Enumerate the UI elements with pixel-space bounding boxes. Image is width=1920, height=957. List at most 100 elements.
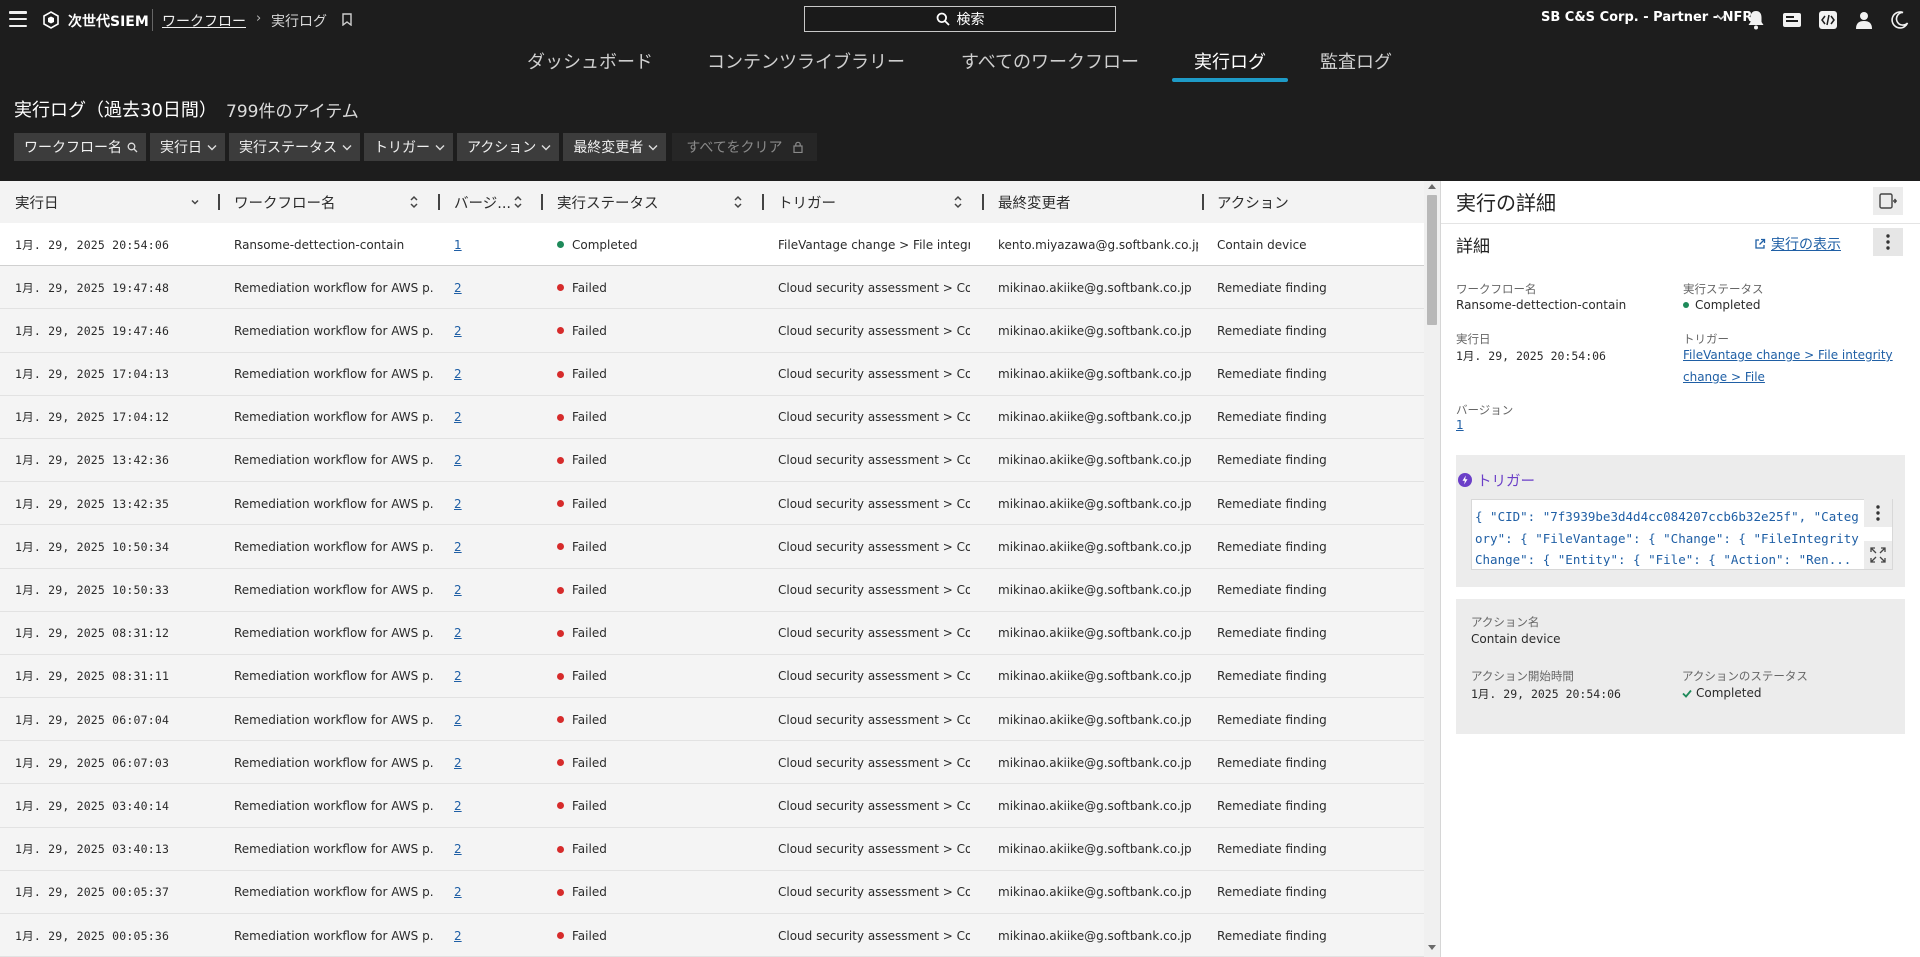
column-header-version[interactable]: バージ... <box>454 181 511 223</box>
moon-icon[interactable] <box>1889 9 1911 31</box>
status-text: Completed <box>572 237 638 252</box>
column-header-status[interactable]: 実行ステータス <box>557 181 659 223</box>
table-row[interactable]: 1月. 29, 2025 17:04:12 Remediation workfl… <box>0 395 1424 439</box>
clear-all-button[interactable]: すべてをクリア <box>672 133 817 161</box>
filter-execution-status[interactable]: 実行ステータス <box>229 133 360 161</box>
bookmark-icon[interactable] <box>342 13 352 26</box>
sort-icon[interactable] <box>513 195 523 209</box>
expand-payload-button[interactable] <box>1864 541 1892 569</box>
tab-audit-log[interactable]: 監査ログ <box>1320 48 1392 74</box>
table-row[interactable]: 1月. 29, 2025 13:42:35 Remediation workfl… <box>0 482 1424 526</box>
table-row[interactable]: 1月. 29, 2025 20:54:06 Ransome-dettection… <box>0 223 1424 267</box>
cell-version-link[interactable]: 1 <box>454 223 494 266</box>
news-icon[interactable] <box>1781 9 1803 31</box>
app-brand[interactable]: 次世代SIEM <box>68 11 149 31</box>
version-link[interactable]: 1 <box>1456 414 1476 436</box>
table-row[interactable]: 1月. 29, 2025 13:42:36 Remediation workfl… <box>0 438 1424 483</box>
table-row[interactable]: 1月. 29, 2025 17:04:13 Remediation workfl… <box>0 352 1424 396</box>
view-execution-link[interactable]: 実行の表示 <box>1754 234 1841 254</box>
table-row[interactable]: 1月. 29, 2025 03:40:14 Remediation workfl… <box>0 784 1424 828</box>
filter-trigger[interactable]: トリガー <box>364 133 453 161</box>
cell-status: Failed <box>557 396 737 439</box>
column-resize-handle[interactable] <box>762 194 764 210</box>
column-header-workflow[interactable]: ワークフロー名 <box>234 181 336 223</box>
filter-action[interactable]: アクション <box>457 133 560 161</box>
column-resize-handle[interactable] <box>218 194 220 210</box>
sort-icon[interactable] <box>953 195 963 209</box>
table-row[interactable]: 1月. 29, 2025 19:47:48 Remediation workfl… <box>0 266 1424 310</box>
table-row[interactable]: 1月. 29, 2025 06:07:03 Remediation workfl… <box>0 741 1424 785</box>
cell-status: Failed <box>557 784 737 827</box>
scroll-up-arrow-icon[interactable] <box>1428 184 1436 189</box>
column-resize-handle[interactable] <box>982 194 984 210</box>
cell-version-link[interactable]: 2 <box>454 569 494 612</box>
chevron-down-icon[interactable] <box>1716 13 1726 21</box>
developer-tools-icon[interactable] <box>1817 9 1839 31</box>
cell-version-link[interactable]: 2 <box>454 914 494 957</box>
tab-execution-log[interactable]: 実行ログ <box>1194 48 1266 74</box>
cell-version-link[interactable]: 2 <box>454 655 494 698</box>
chevron-down-icon <box>648 144 658 150</box>
tab-content-library[interactable]: コンテンツライブラリー <box>707 48 905 74</box>
status-dot-icon <box>557 413 564 421</box>
tab-all-workflows[interactable]: すべてのワークフロー <box>961 48 1139 74</box>
table-row[interactable]: 1月. 29, 2025 00:05:37 Remediation workfl… <box>0 870 1424 914</box>
cell-version-link[interactable]: 2 <box>454 612 494 655</box>
column-header-action[interactable]: アクション <box>1217 181 1289 223</box>
sort-icon[interactable] <box>409 195 419 209</box>
table-row[interactable]: 1月. 29, 2025 19:47:46 Remediation workfl… <box>0 309 1424 353</box>
cell-version-link[interactable]: 2 <box>454 266 494 309</box>
scroll-down-arrow-icon[interactable] <box>1428 945 1436 950</box>
filter-workflow-name[interactable]: ワークフロー名 <box>14 133 146 161</box>
table-row[interactable]: 1月. 29, 2025 00:05:36 Remediation workfl… <box>0 914 1424 957</box>
cell-version-link[interactable]: 2 <box>454 741 494 784</box>
table-row[interactable]: 1月. 29, 2025 10:50:34 Remediation workfl… <box>0 525 1424 569</box>
trigger-link[interactable]: FileVantage change > File integrity chan… <box>1683 344 1893 388</box>
cell-action: Remediate finding <box>1217 885 1327 900</box>
cell-version-link[interactable]: 2 <box>454 309 494 352</box>
chevron-down-icon <box>342 144 352 150</box>
cell-user: mikinao.akiike@g.softbank.co.jp <box>998 669 1192 684</box>
cell-version-link[interactable]: 2 <box>454 525 494 568</box>
user-profile-icon[interactable] <box>1853 9 1875 31</box>
column-resize-handle[interactable] <box>438 194 440 210</box>
cell-status: Failed <box>557 741 737 784</box>
cell-version-link[interactable]: 2 <box>454 698 494 741</box>
cell-version-link[interactable]: 2 <box>454 871 494 914</box>
column-header-date[interactable]: 実行日 <box>15 181 59 223</box>
cell-workflow: Remediation workflow for AWS p... <box>234 539 434 554</box>
more-options-button[interactable] <box>1873 228 1903 256</box>
cell-version-link[interactable]: 2 <box>454 439 494 482</box>
sort-icon[interactable] <box>733 195 743 209</box>
column-resize-handle[interactable] <box>1202 194 1204 210</box>
cell-date: 1月. 29, 2025 13:42:36 <box>15 453 170 468</box>
table-row[interactable]: 1月. 29, 2025 08:31:11 Remediation workfl… <box>0 654 1424 699</box>
hamburger-menu-icon[interactable] <box>9 11 27 27</box>
scroll-thumb[interactable] <box>1427 195 1437 325</box>
column-header-trigger[interactable]: トリガー <box>778 181 836 223</box>
cell-version-link[interactable]: 2 <box>454 353 494 396</box>
payload-options-button[interactable] <box>1864 499 1892 527</box>
table-row[interactable]: 1月. 29, 2025 03:40:13 Remediation workfl… <box>0 827 1424 871</box>
cell-version-link[interactable]: 2 <box>454 828 494 871</box>
tab-dashboard[interactable]: ダッシュボード <box>527 48 653 74</box>
cell-version-link[interactable]: 2 <box>454 396 494 439</box>
chevron-down-icon[interactable] <box>190 195 200 209</box>
cell-version-link[interactable]: 2 <box>454 784 494 827</box>
filter-last-modified-by[interactable]: 最終変更者 <box>563 133 667 161</box>
breadcrumb-workflow-link[interactable]: ワークフロー <box>162 11 246 31</box>
filter-execution-date[interactable]: 実行日 <box>150 133 225 161</box>
table-row[interactable]: 1月. 29, 2025 10:50:33 Remediation workfl… <box>0 568 1424 612</box>
trigger-payload-box[interactable]: { "CID": "7f3939be3d4d4cc084207ccb6b32e2… <box>1471 499 1893 570</box>
collapse-panel-button[interactable] <box>1873 187 1903 215</box>
page-title: 実行ログ（過去30日間） <box>14 100 217 121</box>
cell-version-link[interactable]: 2 <box>454 482 494 525</box>
status-dot-icon <box>557 543 564 551</box>
search-button[interactable]: 検索 <box>804 6 1116 32</box>
column-header-last-modified-by[interactable]: 最終変更者 <box>998 181 1071 223</box>
table-scrollbar[interactable] <box>1424 181 1440 957</box>
table-row[interactable]: 1月. 29, 2025 06:07:04 Remediation workfl… <box>0 698 1424 742</box>
table-row[interactable]: 1月. 29, 2025 08:31:12 Remediation workfl… <box>0 611 1424 655</box>
bell-icon[interactable] <box>1745 9 1767 31</box>
column-resize-handle[interactable] <box>541 194 543 210</box>
